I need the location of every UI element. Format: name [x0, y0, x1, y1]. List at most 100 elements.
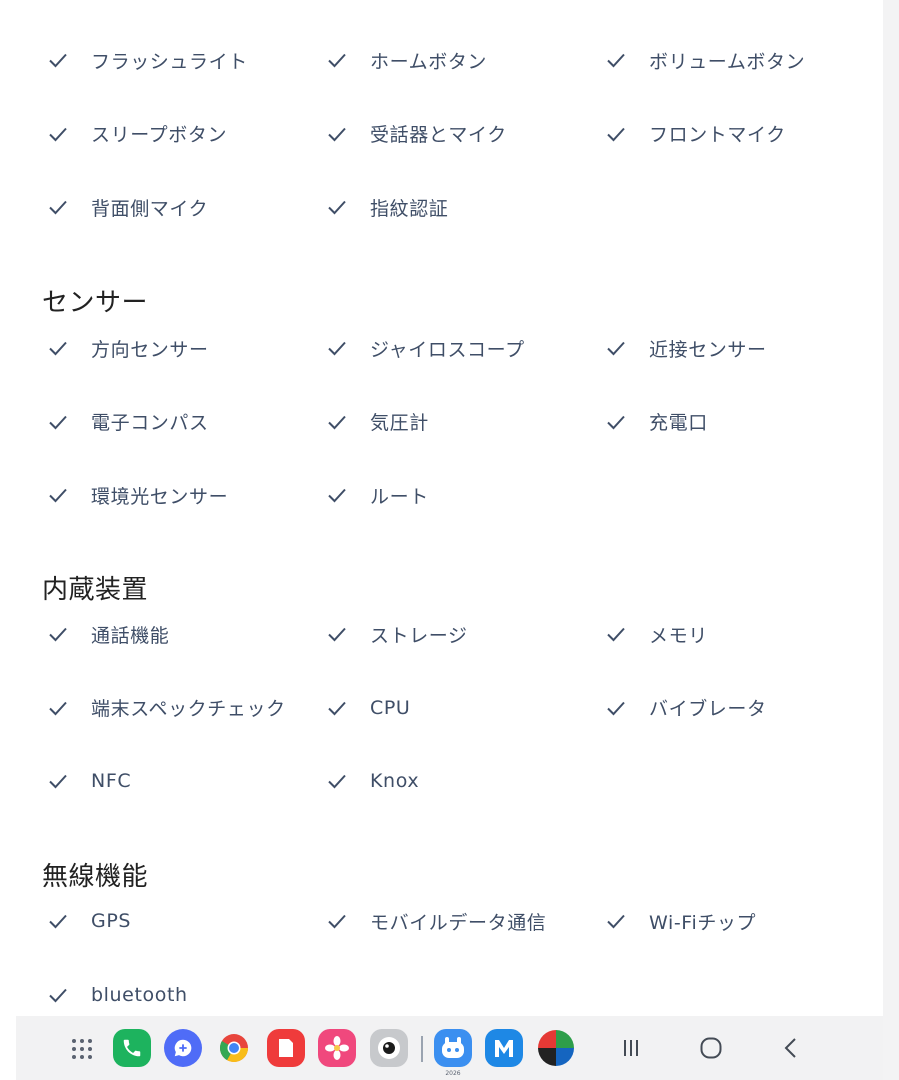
check-item-label: フラッシュライト — [91, 50, 248, 73]
check-item-orientation-sensor[interactable]: 方向センサー — [48, 333, 327, 363]
checkmark-icon — [328, 415, 346, 429]
check-item-bluetooth[interactable]: bluetooth — [48, 980, 327, 1010]
section-title-wireless: 無線機能 — [42, 862, 149, 892]
check-item-label: CPU — [370, 696, 411, 719]
section-hardware-buttons: フラッシュライト ホームボタン ボリュームボタン スリープボタン 受話器とマイク… — [48, 45, 868, 266]
check-item-rear-mic[interactable]: 背面側マイク — [48, 192, 327, 222]
check-item-label: ストレージ — [370, 624, 468, 647]
multicolor-app-icon[interactable] — [537, 1029, 575, 1067]
checkmark-icon — [328, 627, 346, 642]
check-item-label: フロントマイク — [649, 124, 786, 146]
check-item-charging-port[interactable]: 充電口 — [606, 407, 868, 437]
chrome-app-icon[interactable] — [215, 1029, 253, 1067]
checkmark-icon — [607, 415, 625, 429]
check-item-label: bluetooth — [91, 983, 188, 1006]
taskbar-dock: 2026 — [16, 1016, 883, 1080]
checkmark-icon — [49, 627, 67, 642]
mascot-app-icon[interactable] — [434, 1029, 472, 1067]
check-item-volume-button[interactable]: ボリュームボタン — [606, 45, 868, 75]
phone-app-icon[interactable] — [113, 1029, 151, 1067]
checkmark-icon — [328, 701, 346, 715]
check-item-call[interactable]: 通話機能 — [48, 619, 327, 649]
check-item-nfc[interactable]: NFC — [48, 766, 327, 796]
check-item-flashlight[interactable]: フラッシュライト — [48, 45, 327, 75]
check-item-label: ボリュームボタン — [649, 50, 806, 73]
check-item-label: NFC — [91, 770, 132, 792]
check-item-label: 方向センサー — [91, 338, 209, 361]
checkmark-icon — [49, 701, 67, 715]
checkmark-icon — [49, 488, 67, 503]
back-icon[interactable] — [773, 1030, 809, 1066]
check-item-gps[interactable]: GPS — [48, 906, 327, 936]
check-item-label: メモリ — [649, 624, 708, 647]
check-item-label: 指紋認証 — [370, 197, 449, 220]
check-item-wifi-chip[interactable]: Wi-Fiチップ — [606, 906, 868, 936]
check-item-root[interactable]: ルート — [327, 480, 606, 510]
checkmark-icon — [607, 914, 625, 929]
check-item-knox[interactable]: Knox — [327, 766, 606, 796]
check-item-label: 環境光センサー — [91, 485, 229, 508]
check-item-sleep-button[interactable]: スリープボタン — [48, 119, 327, 149]
check-item-label: 端末スペックチェック — [91, 698, 286, 720]
recent-apps-icon[interactable] — [613, 1030, 649, 1066]
check-item-cpu[interactable]: CPU — [327, 693, 606, 723]
checkmark-icon — [607, 341, 625, 356]
checkmark-icon — [49, 53, 67, 68]
check-item-home-button[interactable]: ホームボタン — [327, 45, 606, 75]
checkmark-icon — [49, 127, 67, 141]
check-item-compass[interactable]: 電子コンパス — [48, 407, 327, 437]
checkmark-icon — [328, 341, 346, 356]
checkmark-icon — [49, 774, 67, 789]
check-item-front-mic[interactable]: フロントマイク — [606, 119, 868, 149]
messages-app-icon[interactable] — [164, 1029, 202, 1067]
app-drawer-icon[interactable] — [66, 1033, 98, 1065]
check-item-label: 気圧計 — [370, 412, 429, 434]
checkmark-icon — [607, 127, 625, 141]
check-item-label: バイブレータ — [649, 698, 767, 720]
check-item-gyroscope[interactable]: ジャイロスコープ — [327, 333, 606, 363]
check-item-label: Wi-Fiチップ — [649, 911, 757, 934]
check-item-receiver-mic[interactable]: 受話器とマイク — [327, 119, 606, 149]
checkmark-icon — [49, 341, 67, 356]
check-item-mobile-data[interactable]: モバイルデータ通信 — [327, 906, 606, 936]
checkmark-icon — [328, 488, 346, 503]
check-item-storage[interactable]: ストレージ — [327, 619, 606, 649]
checkmark-icon — [607, 627, 625, 642]
check-item-proximity-sensor[interactable]: 近接センサー — [606, 333, 868, 363]
section-title-builtin: 内蔵装置 — [42, 575, 149, 605]
checkmark-icon — [328, 200, 346, 215]
section-builtin: 通話機能 ストレージ メモリ 端末スペックチェック CPU バイブレータ NFC… — [48, 619, 868, 840]
check-item-label: 背面側マイク — [91, 197, 209, 220]
check-item-label: Knox — [370, 770, 420, 792]
check-item-label: 通話機能 — [91, 624, 170, 647]
gallery-app-icon[interactable] — [318, 1029, 356, 1067]
check-item-label: 充電口 — [649, 412, 708, 434]
home-icon[interactable] — [693, 1030, 729, 1066]
check-item-label: ルート — [370, 485, 429, 508]
check-item-memory[interactable]: メモリ — [606, 619, 868, 649]
dock-divider — [421, 1036, 423, 1062]
checkmark-icon — [328, 127, 346, 141]
checkmark-icon — [328, 53, 346, 68]
check-item-label: ホームボタン — [370, 50, 488, 73]
checkmark-icon — [607, 53, 625, 68]
check-item-label: 近接センサー — [649, 338, 767, 361]
checkmark-icon — [49, 988, 67, 1002]
check-item-label: 受話器とマイク — [370, 124, 507, 146]
checkmark-icon — [49, 914, 67, 929]
check-item-vibrator[interactable]: バイブレータ — [606, 693, 868, 723]
check-item-label: スリープボタン — [91, 124, 228, 146]
notes-app-icon[interactable] — [267, 1029, 305, 1067]
check-item-label: 電子コンパス — [91, 412, 209, 434]
m-app-icon[interactable] — [485, 1029, 523, 1067]
check-item-label: GPS — [91, 910, 132, 932]
check-item-spec-check[interactable]: 端末スペックチェック — [48, 693, 327, 723]
check-item-barometer[interactable]: 気圧計 — [327, 407, 606, 437]
checkmark-icon — [49, 200, 67, 215]
check-item-fingerprint[interactable]: 指紋認証 — [327, 192, 606, 222]
camera-app-icon[interactable] — [370, 1029, 408, 1067]
section-title-sensors: センサー — [42, 288, 149, 318]
check-item-ambient-light[interactable]: 環境光センサー — [48, 480, 327, 510]
check-item-label: モバイルデータ通信 — [370, 911, 547, 934]
section-sensors: 方向センサー ジャイロスコープ 近接センサー 電子コンパス 気圧計 充電口 環境… — [48, 333, 868, 554]
